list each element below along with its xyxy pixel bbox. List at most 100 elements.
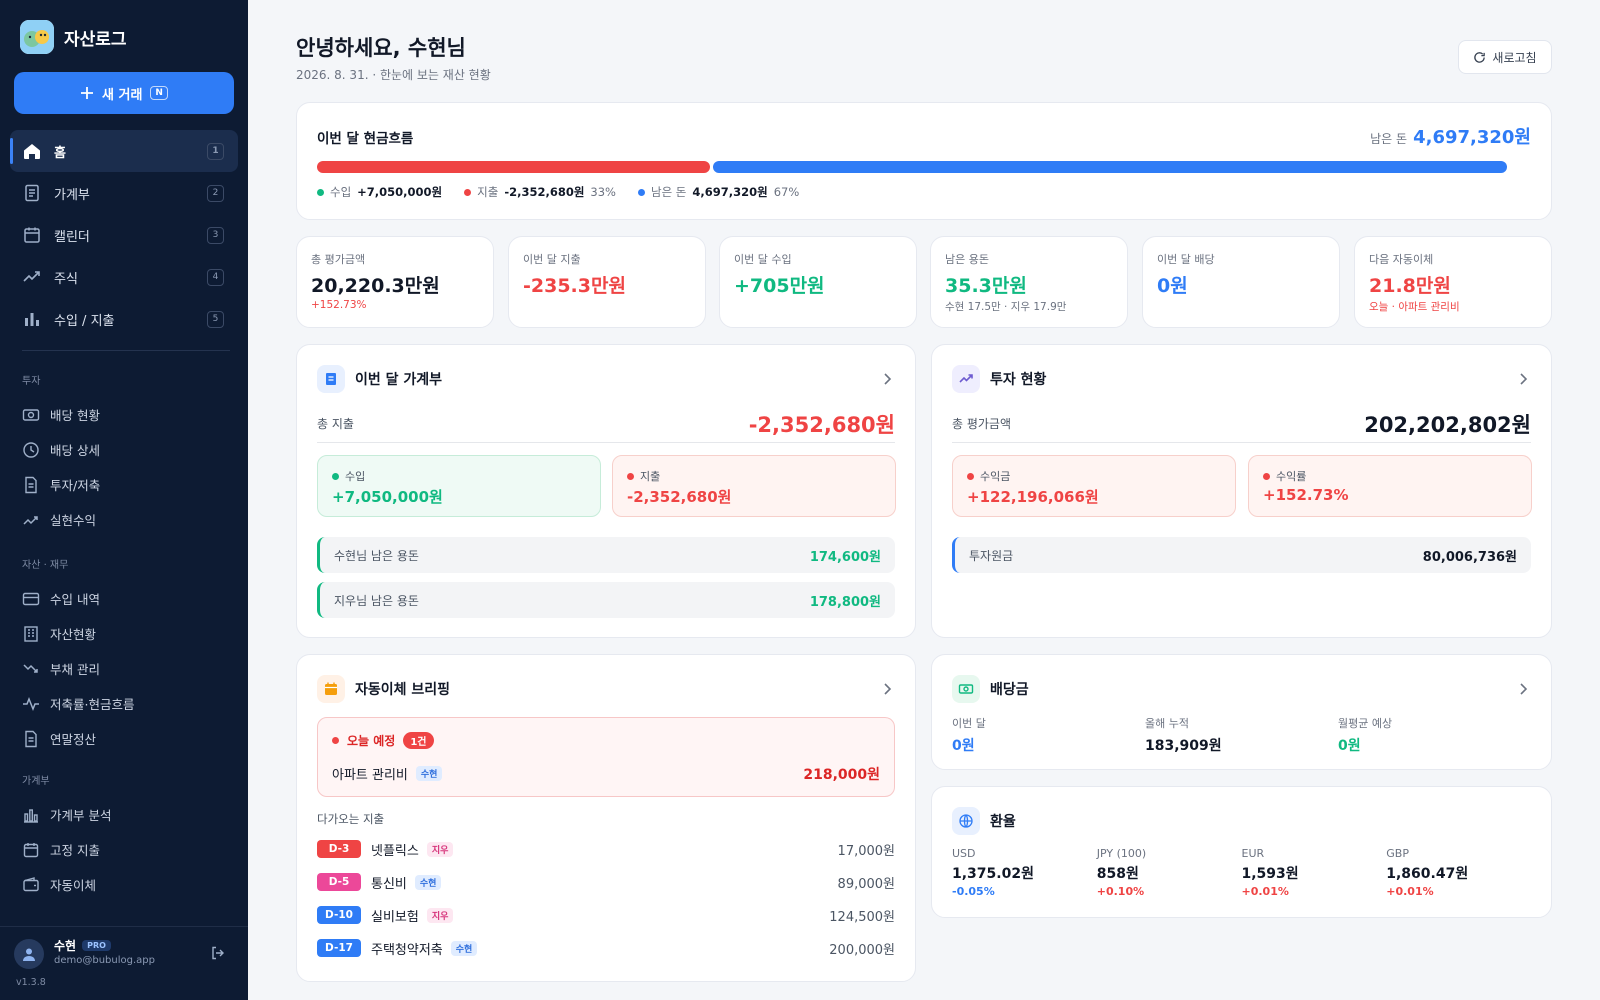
currency-code: JPY (100) [1096,847,1147,860]
card-header: 배당금 [952,675,1029,703]
chevron-right-icon[interactable] [879,371,895,387]
chevron-right-icon[interactable] [1515,681,1531,697]
sidebar-item-tax-settlement[interactable]: 연말정산 [22,721,232,756]
today-label-row: 오늘 예정 1건 [332,732,434,749]
upcoming-row[interactable]: D-10 실비보험 지우 124,500원 [317,903,895,927]
stat-card-allowance[interactable]: 남은 용돈 35.3만원 수현 17.5만 · 지우 17.9만 [930,236,1128,328]
chevron-right-icon[interactable] [1515,371,1531,387]
cashflow-title: 이번 달 현금흐름 [317,131,414,147]
card-title: 투자 현황 [990,372,1047,388]
ledger-total-row: 총 지출 -2,352,680원 [317,405,895,443]
chevron-right-icon[interactable] [879,681,895,697]
profit-label: 수익금 [980,470,1011,483]
card-icon [22,592,40,605]
upcoming-row[interactable]: D-17 주택청약저축 수현 200,000원 [317,936,895,960]
owner-tag: 지우 [426,907,454,923]
dividend-metric: 월평균 예상 0원 [1338,715,1531,755]
legend-label: 수입 [330,185,352,199]
calendar-icon [24,227,40,243]
income-label: 수입 [345,470,366,483]
upcoming-amount: 17,000원 [837,843,895,859]
sidebar-item-savings-rate[interactable]: 저축률·현금흐름 [22,686,232,721]
nav-shortcut: 5 [207,310,224,328]
avatar[interactable] [14,939,44,969]
sidebar-item-invest-savings[interactable]: 투자/저축 [22,467,232,502]
sidebar-item-autopay[interactable]: 자동이체 [22,867,232,902]
legend-value: +7,050,000원 [357,185,443,199]
sidebar-item-ledger-analysis[interactable]: 가계부 분석 [22,797,232,832]
allowance-label: 지우님 남은 용돈 [334,593,419,608]
upcoming-row[interactable]: D-3 넷플릭스 지우 17,000원 [317,837,895,861]
stat-card-month-expense[interactable]: 이번 달 지출 -235.3만원 [508,236,706,328]
plus-icon [81,87,94,99]
rate-value: +152.73% [1263,486,1349,504]
expense-label: 지출 [640,470,661,483]
sidebar-item-income-history[interactable]: 수입 내역 [22,581,232,616]
owner-tag: 수현 [414,874,442,890]
nav-item-home[interactable]: 홈 1 [10,130,238,172]
refresh-icon [1474,51,1486,63]
today-count-badge: 1건 [403,732,434,749]
document-icon [25,476,37,493]
money-icon [22,408,40,421]
income-box: 수입 +7,050,000원 [317,455,601,517]
upcoming-name: 실비보험 [371,909,419,925]
stat-card-next-autopay[interactable]: 다음 자동이체 21.8만원 오늘 · 아파트 관리비 [1354,236,1552,328]
stat-label: 남은 용돈 [945,253,989,266]
profit-dot [967,472,974,480]
legend-value: -2,352,680원 [504,185,585,199]
dividend-metrics: 이번 달 0원 올해 누적 183,909원 월평균 예상 0원 [952,715,1531,755]
expense-dot [627,472,634,480]
sidebar-item-dividend-detail[interactable]: 배당 상세 [22,432,232,467]
stat-card-total-valuation[interactable]: 총 평가금액 20,220.3만원 +152.73% [296,236,494,328]
money-icon [952,675,980,703]
clock-icon [23,441,39,458]
upcoming-item: 넷플릭스 지우 [371,840,454,859]
nav-item-ledger[interactable]: 가계부 2 [10,172,238,214]
fx-item: EUR 1,593원 +0.01% [1242,847,1387,898]
owner-tag: 수현 [415,766,443,781]
app-logo[interactable]: 자산로그 [20,20,127,54]
sidebar-item-dividend-status[interactable]: 배당 현황 [22,397,232,432]
new-transaction-button[interactable]: 새 거래 N [14,72,234,114]
sidebar-item-label: 실현수익 [50,513,97,528]
refresh-label: 새로고침 [1492,50,1537,65]
metric-label: 월평균 예상 [1338,717,1393,730]
legend-remaining: 남은 돈 4,697,320원 67% [637,184,799,200]
sidebar-divider [22,350,230,351]
metric-value: 0원 [952,738,975,754]
upcoming-row[interactable]: D-5 통신비 수현 89,000원 [317,870,895,894]
pulse-icon [23,696,39,711]
principal-value: 80,006,736원 [1422,549,1517,565]
user-icon [23,948,35,961]
sidebar-item-realized-profit[interactable]: 실현수익 [22,502,232,537]
dday-badge: D-5 [317,873,361,891]
dividend-metric: 올해 누적 183,909원 [1145,715,1338,755]
stat-value: 21.8만원 [1369,275,1451,297]
stat-card-month-income[interactable]: 이번 달 수입 +705만원 [719,236,917,328]
dday-badge: D-17 [317,939,361,957]
sidebar-item-fixed-expense[interactable]: 고정 지출 [22,832,232,867]
upcoming-item: 실비보험 지우 [371,906,454,925]
refresh-button[interactable]: 새로고침 [1458,40,1552,74]
bar-chart-icon [24,808,38,823]
card-header: 환율 [952,807,1016,835]
principal-label: 투자원금 [969,548,1014,563]
logout-icon[interactable] [210,945,226,961]
rate-dot [1263,472,1270,480]
sidebar-item-debt[interactable]: 부채 관리 [22,651,232,686]
profit-box: 수익금 +122,196,066원 [952,455,1236,517]
sidebar-item-label: 자동이체 [50,878,97,893]
stat-card-month-dividend[interactable]: 이번 달 배당 0원 [1142,236,1340,328]
nav-item-calendar[interactable]: 캘린더 3 [10,214,238,256]
today-autopay-box[interactable]: 오늘 예정 1건 아파트 관리비 수현 218,000원 [317,717,895,797]
sidebar-item-asset-status[interactable]: 자산현황 [22,616,232,651]
app-name: 자산로그 [64,29,127,50]
fx-rate: 1,375.02원 [952,866,1034,882]
sidebar-item-label: 투자/저축 [50,478,101,493]
nav-item-income-expense[interactable]: 수입 / 지출 5 [10,298,238,340]
stat-label: 이번 달 수입 [734,253,792,266]
document-icon [25,730,37,747]
nav-item-stocks[interactable]: 주식 4 [10,256,238,298]
today-item-amount: 218,000원 [803,767,880,783]
